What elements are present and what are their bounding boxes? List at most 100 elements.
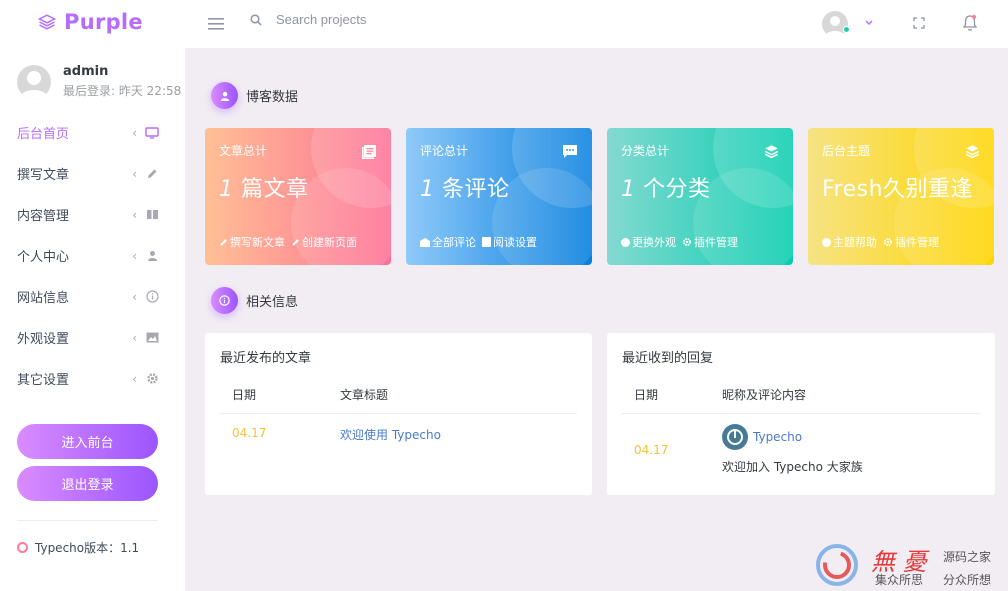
online-status-dot bbox=[843, 26, 850, 33]
column-header: 昵称及评论内容 bbox=[722, 388, 807, 402]
chevron-left-icon: ‹ bbox=[132, 248, 137, 263]
all-comments-link[interactable]: 全部评论 bbox=[420, 234, 476, 250]
bell-icon[interactable] bbox=[962, 14, 978, 36]
table-header: 日期 文章标题 bbox=[220, 380, 577, 414]
menu-toggle-icon[interactable] bbox=[206, 14, 226, 34]
sidebar-item-label: 个人中心 bbox=[17, 250, 70, 265]
sidebar-item-home[interactable]: 后台首页 ‹ bbox=[0, 112, 185, 153]
theme-help-link[interactable]: 主题帮助 bbox=[822, 234, 877, 250]
plugin-manage-link[interactable]: 插件管理 bbox=[682, 234, 738, 250]
chevron-left-icon: ‹ bbox=[132, 289, 137, 304]
pencil-icon bbox=[145, 167, 159, 181]
monitor-icon bbox=[145, 126, 159, 140]
card-links: 主题帮助 插件管理 bbox=[822, 234, 939, 250]
version-info: Typecho版本：1.1 bbox=[17, 539, 139, 556]
commenter-avatar bbox=[722, 424, 748, 450]
table-row: 04.17 Typecho 欢迎加入 Typecho 大家族 bbox=[622, 414, 980, 487]
card-value: 1 篇文章 bbox=[219, 177, 309, 202]
sidebar-item-label: 外观设置 bbox=[17, 332, 70, 347]
watermark-site: 源码之家 bbox=[943, 550, 992, 564]
comment-content: 欢迎加入 Typecho 大家族 bbox=[722, 460, 863, 474]
change-theme-link[interactable]: 更换外观 bbox=[621, 234, 676, 250]
card-links: 更换外观 插件管理 bbox=[621, 234, 738, 250]
chevron-left-icon: ‹ bbox=[132, 371, 137, 386]
sidebar-item-label: 内容管理 bbox=[17, 209, 70, 224]
commenter-name-link[interactable]: Typecho bbox=[753, 430, 802, 444]
sidebar: admin 最后登录: 昨天 22:58 后台首页 ‹ 撰写文章 ‹ 内容管理 … bbox=[0, 48, 185, 591]
sidebar-item-site-info[interactable]: 网站信息 ‹ bbox=[0, 276, 185, 317]
brand-logo-link[interactable]: Purple bbox=[38, 10, 143, 34]
section-title: 博客数据 bbox=[246, 90, 299, 105]
panel-title: 最近收到的回复 bbox=[622, 351, 714, 366]
sidebar-nav: 后台首页 ‹ 撰写文章 ‹ 内容管理 ‹ 个人中心 ‹ 网站信息 ‹ 外观设置 … bbox=[0, 112, 185, 399]
layers-logo-icon bbox=[38, 14, 56, 30]
version-text: Typecho版本：1.1 bbox=[35, 541, 140, 555]
book-icon bbox=[145, 208, 159, 222]
search-bar bbox=[250, 12, 476, 27]
chevron-left-icon: ‹ bbox=[132, 125, 137, 140]
watermark-logo: 無 憂 源码之家 集众所思 分众所想 bbox=[815, 540, 1005, 590]
comments-total-card: 评论总计 1 条评论 全部评论 阅读设置 bbox=[406, 128, 592, 265]
column-header: 文章标题 bbox=[340, 388, 389, 402]
chevron-left-icon: ‹ bbox=[132, 330, 137, 345]
brand-name: Purple bbox=[64, 10, 143, 34]
fullscreen-icon[interactable] bbox=[912, 16, 926, 34]
document-icon bbox=[361, 144, 377, 164]
plugin-manage-link[interactable]: 插件管理 bbox=[883, 234, 939, 250]
section-blog-data: 博客数据 bbox=[211, 82, 298, 109]
card-value: 1 个分类 bbox=[621, 177, 711, 202]
categories-total-card: 分类总计 1 个分类 更换外观 插件管理 bbox=[607, 128, 793, 265]
info-icon bbox=[211, 287, 238, 314]
sidebar-item-label: 后台首页 bbox=[17, 127, 70, 142]
post-title-link[interactable]: 欢迎使用 Typecho bbox=[340, 426, 441, 443]
card-links: 全部评论 阅读设置 bbox=[420, 234, 537, 250]
image-icon bbox=[145, 331, 159, 345]
info-icon bbox=[145, 290, 159, 304]
sidebar-item-profile[interactable]: 个人中心 ‹ bbox=[0, 235, 185, 276]
table-header: 日期 昵称及评论内容 bbox=[622, 380, 980, 414]
section-related-info: 相关信息 bbox=[211, 287, 298, 314]
sidebar-item-write[interactable]: 撰写文章 ‹ bbox=[0, 153, 185, 194]
card-label: 评论总计 bbox=[420, 144, 469, 158]
card-label: 文章总计 bbox=[219, 144, 268, 158]
circle-icon bbox=[17, 542, 28, 553]
reading-settings-link[interactable]: 阅读设置 bbox=[482, 234, 537, 250]
recent-replies-panel: 最近收到的回复 日期 昵称及评论内容 04.17 Typecho 欢迎加入 Ty… bbox=[607, 333, 995, 495]
profile-avatar bbox=[17, 64, 51, 99]
post-date: 04.17 bbox=[232, 426, 267, 440]
posts-total-card: 文章总计 1 篇文章 撰写新文章 创建新页面 bbox=[205, 128, 391, 265]
card-value: Fresh久别重逢 bbox=[822, 177, 974, 202]
gear-icon bbox=[145, 372, 159, 386]
write-post-link[interactable]: 撰写新文章 bbox=[219, 234, 285, 250]
profile-name: admin bbox=[63, 64, 109, 79]
search-icon bbox=[250, 13, 262, 26]
recent-posts-panel: 最近发布的文章 日期 文章标题 04.17 欢迎使用 Typecho bbox=[205, 333, 592, 495]
sidebar-item-label: 网站信息 bbox=[17, 291, 70, 306]
enter-frontend-button[interactable]: 进入前台 bbox=[17, 424, 158, 459]
sidebar-item-label: 撰写文章 bbox=[17, 168, 70, 183]
card-value: 1 条评论 bbox=[420, 177, 510, 202]
column-header: 日期 bbox=[634, 388, 659, 402]
top-navbar: Purple bbox=[0, 0, 1008, 48]
chevron-down-icon[interactable] bbox=[864, 16, 874, 31]
section-title: 相关信息 bbox=[246, 295, 299, 310]
column-header: 日期 bbox=[232, 388, 257, 402]
sidebar-item-appearance[interactable]: 外观设置 ‹ bbox=[0, 317, 185, 358]
sidebar-item-label: 其它设置 bbox=[17, 373, 70, 388]
create-page-link[interactable]: 创建新页面 bbox=[291, 234, 357, 250]
watermark-swirl-icon bbox=[816, 544, 858, 586]
card-links: 撰写新文章 创建新页面 bbox=[219, 234, 357, 250]
layers-icon bbox=[965, 144, 980, 163]
chevron-left-icon: ‹ bbox=[132, 166, 137, 181]
sidebar-item-content[interactable]: 内容管理 ‹ bbox=[0, 194, 185, 235]
logout-button[interactable]: 退出登录 bbox=[17, 466, 158, 501]
search-input[interactable] bbox=[276, 12, 476, 27]
card-label: 分类总计 bbox=[621, 144, 670, 158]
user-avatar[interactable] bbox=[822, 11, 848, 37]
reply-date: 04.17 bbox=[634, 442, 669, 457]
theme-card: 后台主题 Fresh久别重逢 主题帮助 插件管理 bbox=[808, 128, 994, 265]
sidebar-item-other-settings[interactable]: 其它设置 ‹ bbox=[0, 358, 185, 399]
sidebar-profile[interactable]: admin 最后登录: 昨天 22:58 bbox=[17, 64, 181, 99]
comment-icon bbox=[562, 144, 578, 164]
profile-last-login: 最后登录: 昨天 22:58 bbox=[63, 84, 182, 98]
